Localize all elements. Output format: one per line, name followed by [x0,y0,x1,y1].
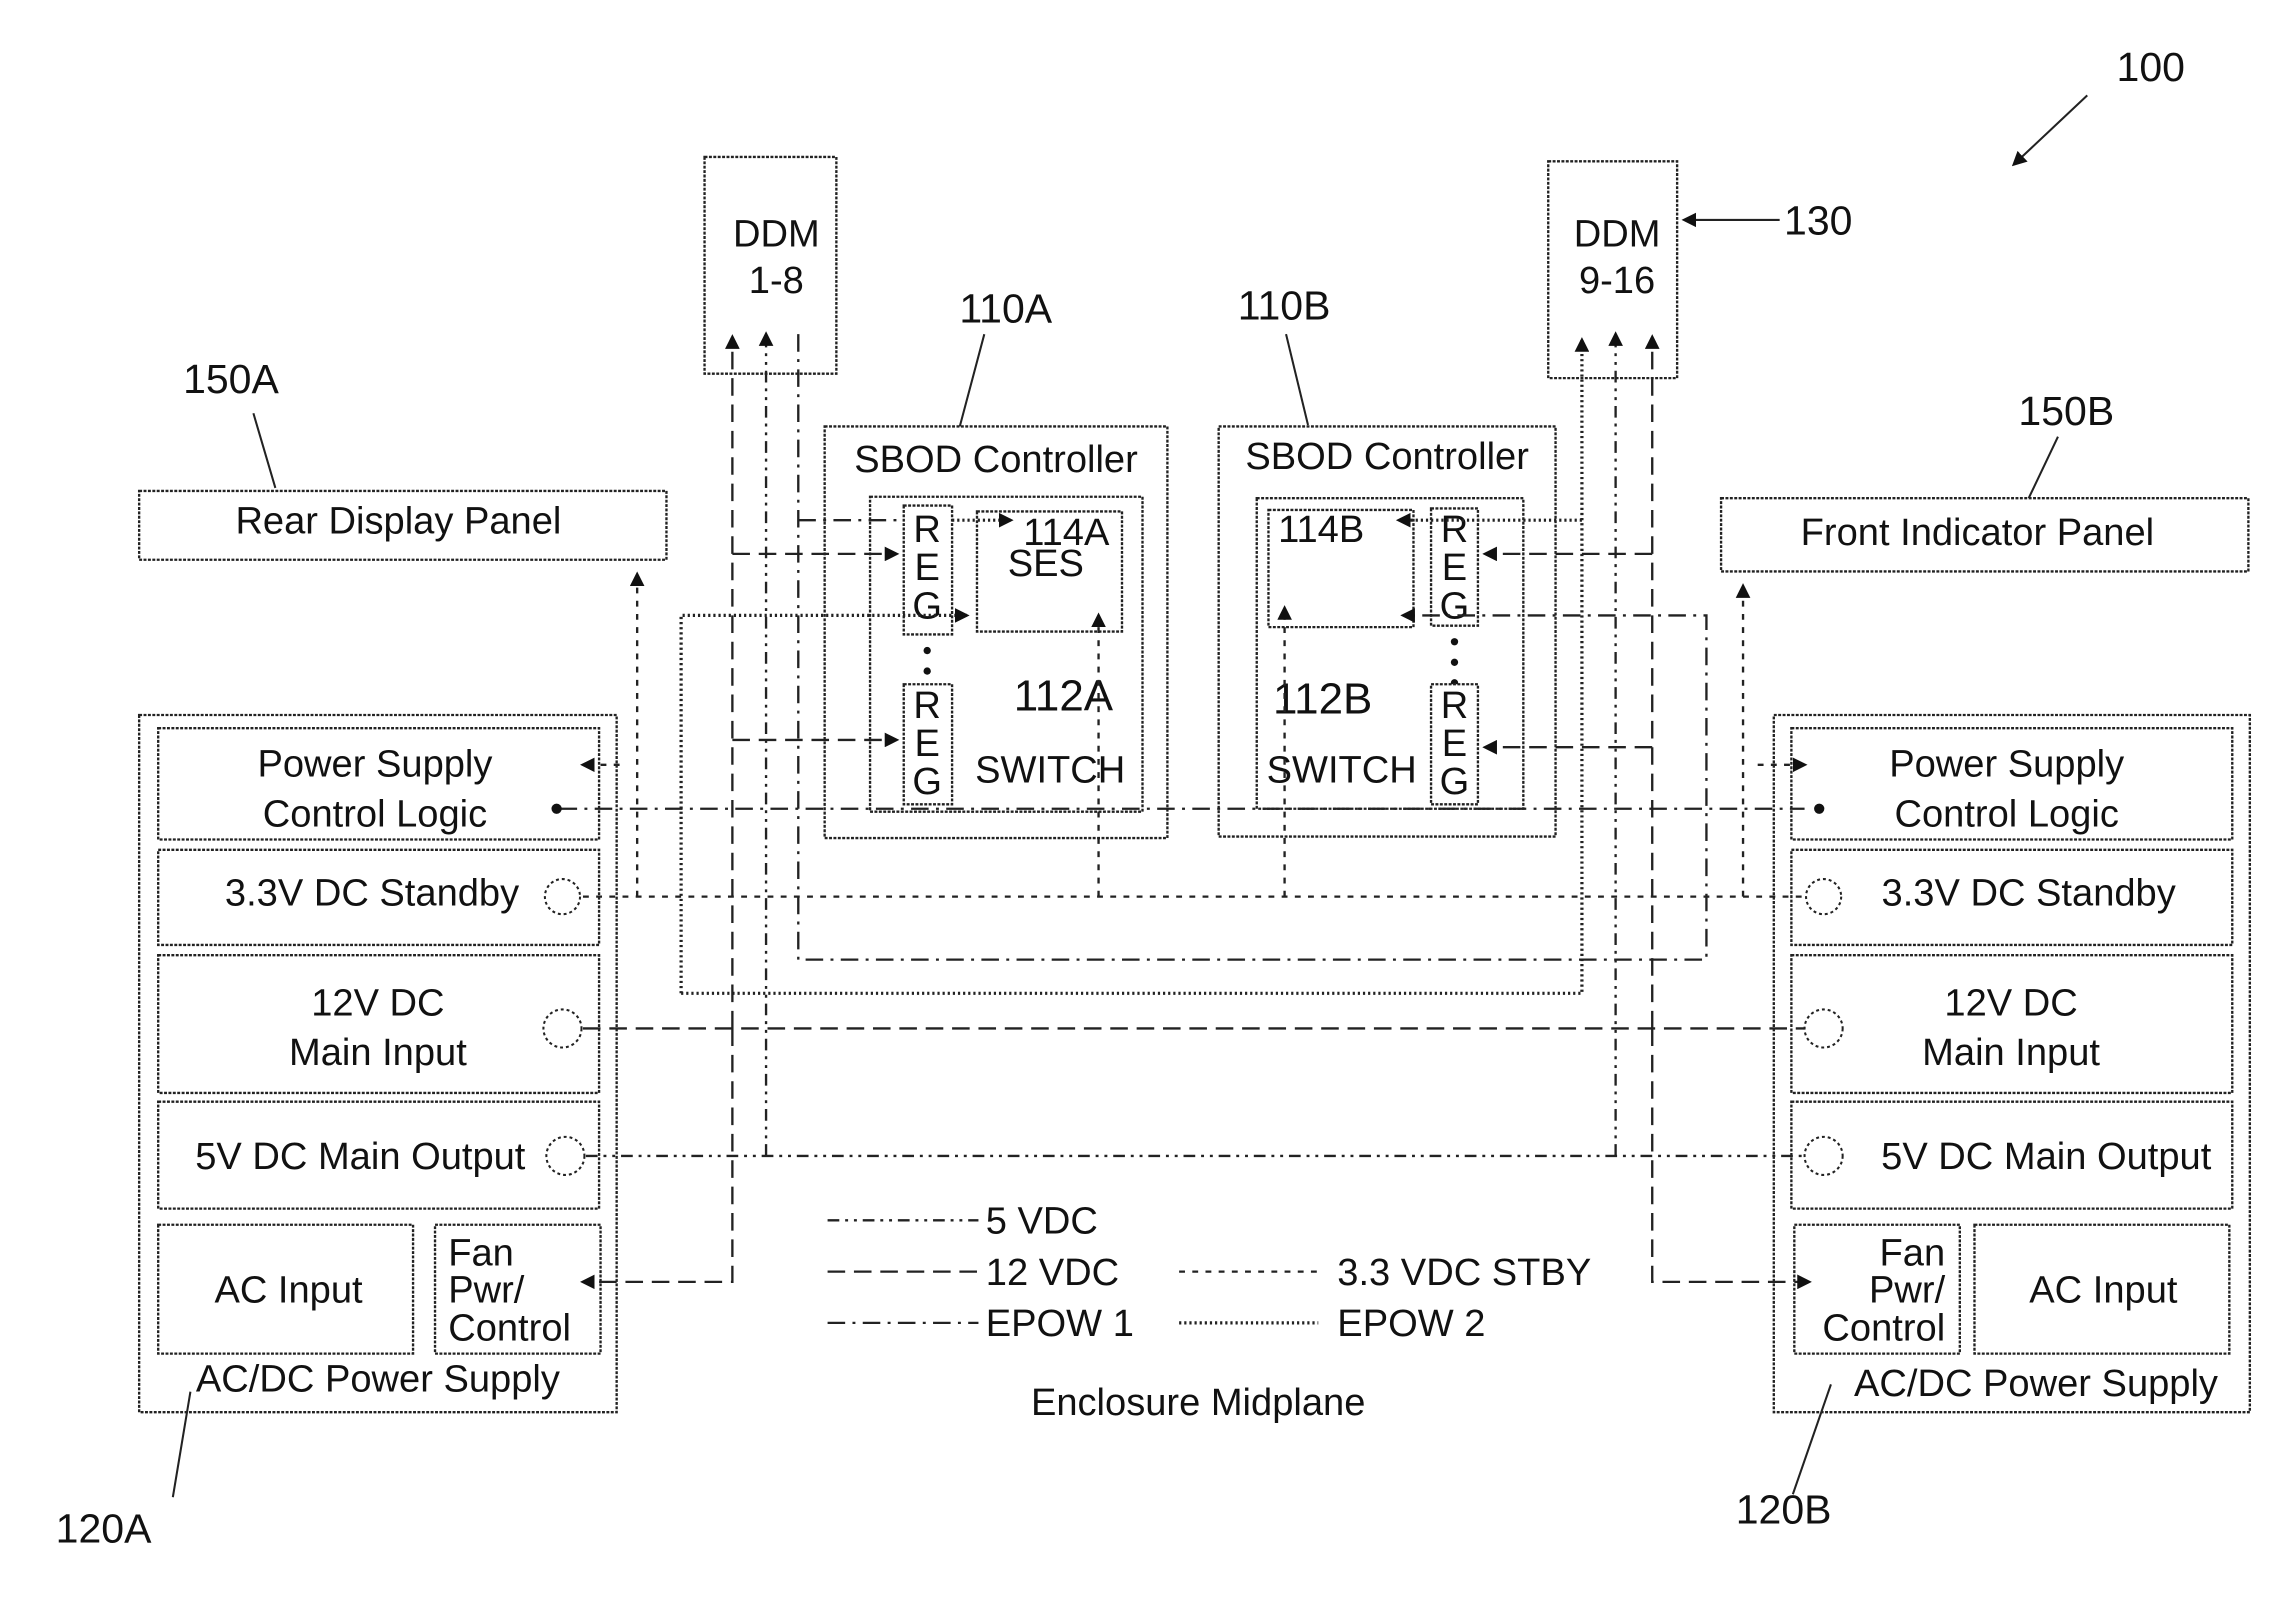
reg-a-bottom-letter-e: E [914,723,939,765]
psu-b-title: AC/DC Power Supply [1854,1363,2218,1405]
svg-text:5 VDC: 5 VDC [986,1201,1098,1243]
rear-display-panel-label: Rear Display Panel [235,500,561,542]
ddm-1-8-title: DDM [733,213,820,255]
ddm-1-8-range: 1-8 [749,260,804,302]
controller-a-leader [958,333,986,429]
controller-b-ref: 110B [1238,283,1331,329]
ddm-ref-130: 130 [1784,198,1852,244]
sbod-controller-a: SBOD Controller R E G R E G 114A SES 112… [823,425,1169,840]
ses-a-label: SES [1008,543,1084,585]
legend-item-5vdc: 5 VDC [827,1201,1098,1243]
figure-ref: 100 [2117,44,2185,90]
reg-b-top-letter-g: G [1440,585,1470,627]
psu-b-fan-line3: Control [1822,1307,1945,1349]
psu-b-main-input-line1: 12V DC [1944,982,2077,1024]
reg-a-top-letter-r: R [913,509,940,551]
psu-a-ref: 120A [56,1506,152,1552]
panel-b-leader [2027,436,2059,499]
psu-b-main-input-line2: Main Input [1922,1032,2100,1074]
reg-b-bottom-letter-g: G [1440,761,1470,803]
switch-b-ref: 112B [1273,675,1372,724]
psu-b-main-output-label: 5V DC Main Output [1881,1136,2212,1178]
svg-text:3.3 VDC STBY: 3.3 VDC STBY [1337,1252,1591,1294]
front-indicator-panel: Front Indicator Panel [1719,497,2250,573]
svg-text:EPOW 2: EPOW 2 [1337,1303,1485,1345]
psu-b-ac-input-label: AC Input [2029,1269,2178,1311]
reg-a-top-letter-e: E [914,547,939,589]
psu-a-main-input-line2: Main Input [289,1032,467,1074]
figure-caption: Enclosure Midplane [1031,1382,1365,1424]
sbod-controller-b: SBOD Controller 114B R E G R E G 112B SW… [1217,425,1557,838]
connections [551,331,1825,1290]
ses-b-ref: 114B [1278,509,1364,551]
controller-b-title: SBOD Controller [1245,436,1529,478]
ddm-9-16: DDM 9-16 [1547,160,1679,380]
svg-text:12 VDC: 12 VDC [986,1252,1119,1294]
legend-item-epow2: EPOW 2 [1179,1303,1485,1345]
psu-a-control-logic-line2: Control Logic [263,793,487,835]
legend-item-stby: 3.3 VDC STBY [1179,1252,1591,1294]
system-diagram: 100 DDM 1-8 DDM 9-16 130 110A 110B 150A … [56,44,2252,1552]
switch-b-label: SWITCH [1267,749,1417,791]
switch-a-label: SWITCH [975,749,1125,791]
reg-b-bottom-letter-r: R [1441,685,1469,727]
psu-a-fan-line2: Pwr/ [448,1269,525,1311]
psu-b-fan-line2: Pwr/ [1869,1269,1946,1311]
reg-b-top-letter-r: R [1441,509,1469,551]
psu-a-main-output-label: 5V DC Main Output [195,1136,526,1178]
legend-item-epow1: EPOW 1 [827,1303,1134,1345]
front-indicator-panel-label: Front Indicator Panel [1801,512,2154,554]
ddm-9-16-title: DDM [1574,213,1661,255]
psu-b-ref: 120B [1736,1487,1832,1533]
ddm-9-16-range: 9-16 [1579,260,1655,302]
psu-b-control-logic-line1: Power Supply [1889,744,2124,786]
reg-b-top-letter-e: E [1442,547,1467,589]
psu-a-ac-input-label: AC Input [214,1269,363,1311]
legend-item-12vdc: 12 VDC [827,1252,1119,1294]
reg-a-bottom-letter-g: G [912,761,942,803]
controller-a-ref: 110A [959,285,1052,331]
ddm-1-8: DDM 1-8 [703,155,838,375]
psu-b-standby-label: 3.3V DC Standby [1882,872,2176,914]
reg-a-top-letter-g: G [912,585,942,627]
panel-a-leader [252,412,277,489]
reg-a-bottom-letter-r: R [913,685,940,727]
panel-b-ref: 150B [2018,388,2114,434]
controller-b-leader [1285,333,1310,426]
psu-a-control-logic-line1: Power Supply [257,744,492,786]
psu-a-title: AC/DC Power Supply [196,1359,560,1401]
power-supply-b: Power Supply Control Logic 3.3V DC Stand… [1772,713,2252,1414]
power-supply-a: Power Supply Control Logic 3.3V DC Stand… [137,713,618,1414]
psu-a-standby-label: 3.3V DC Standby [225,872,519,914]
figure-ref-arrow [2011,94,2088,167]
psu-a-main-input-line1: 12V DC [311,982,444,1024]
panel-a-ref: 150A [183,356,279,402]
svg-text:EPOW 1: EPOW 1 [986,1303,1134,1345]
psu-b-control-logic-line2: Control Logic [1895,793,2119,835]
rear-display-panel: Rear Display Panel [137,489,668,561]
reg-b-bottom-letter-e: E [1442,723,1467,765]
legend: 5 VDC 12 VDC EPOW 1 3.3 VDC STBY EPOW 2 [827,1201,1591,1345]
psu-a-fan-line3: Control [448,1307,571,1349]
controller-a-title: SBOD Controller [854,439,1138,481]
